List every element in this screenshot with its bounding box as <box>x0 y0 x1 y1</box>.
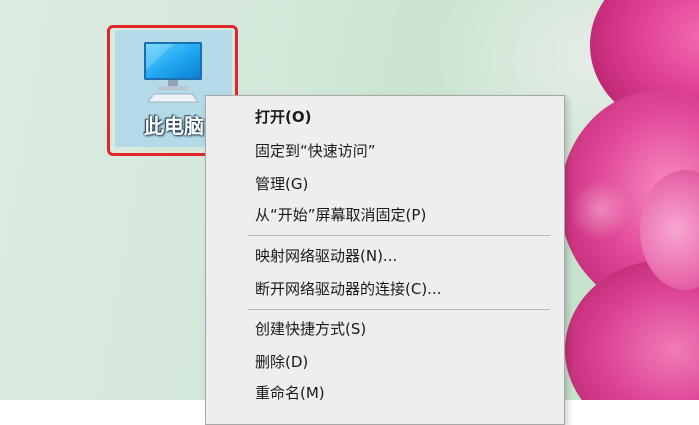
menu-item-open[interactable]: 打开(O) <box>255 102 311 132</box>
menu-item-manage[interactable]: 管理(G) <box>255 169 308 199</box>
menu-item-rename[interactable]: 重命名(M) <box>255 378 325 408</box>
menu-item-delete[interactable]: 删除(D) <box>255 347 308 377</box>
flower-highlight <box>570 180 630 240</box>
menu-item-map-network-drive[interactable]: 映射网络驱动器(N)... <box>255 241 397 271</box>
menu-item-pin-quick-access[interactable]: 固定到“快速访问” <box>255 136 376 166</box>
menu-separator <box>248 309 550 310</box>
menu-separator <box>248 235 550 236</box>
menu-item-disconnect-network-drive[interactable]: 断开网络驱动器的连接(C)... <box>255 274 441 304</box>
menu-item-create-shortcut[interactable]: 创建快捷方式(S) <box>255 314 366 344</box>
context-menu: 打开(O) 固定到“快速访问” 管理(G) 从“开始”屏幕取消固定(P) 映射网… <box>205 95 565 425</box>
menu-item-unpin-start[interactable]: 从“开始”屏幕取消固定(P) <box>255 200 426 230</box>
